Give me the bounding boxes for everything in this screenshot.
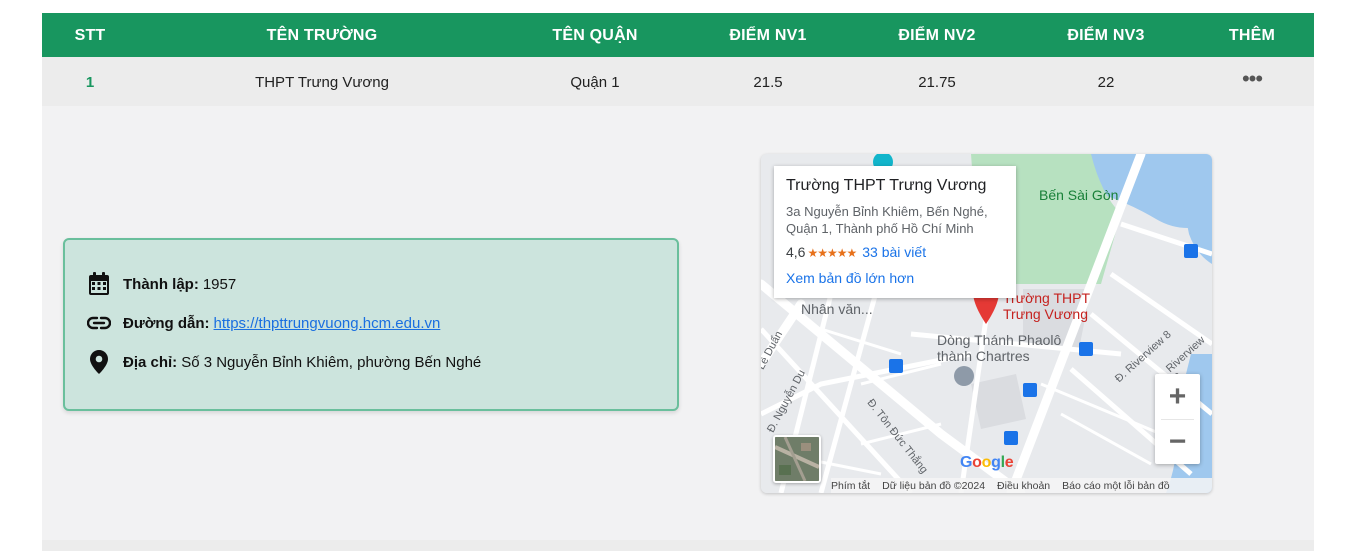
website-link[interactable]: https://thpttrungvuong.hcm.edu.vn — [214, 315, 441, 332]
view-larger-map-link[interactable]: Xem bản đồ lớn hơn — [786, 270, 914, 286]
rating-stars-icon: ★★★★★ — [807, 246, 857, 260]
map-label-pin-line1: Trường THPT — [1003, 290, 1091, 306]
row-nv2: 21.75 — [918, 74, 956, 91]
founded-label: Thành lập: — [123, 275, 199, 293]
row-district: Quận 1 — [570, 74, 620, 91]
rating-value: 4,6 — [786, 244, 806, 260]
terms-link[interactable]: Điều khoản — [997, 480, 1050, 492]
more-options-icon[interactable]: ••• — [1212, 57, 1292, 106]
google-map[interactable]: Bến Sài Gòn Nhân văn... Trường THPT Trưn… — [761, 154, 1212, 493]
header-school-name: TÊN TRƯỜNG — [266, 27, 378, 44]
popup-address-line2: Quận 1, Thành phố Hồ Chí Minh — [786, 221, 974, 236]
address-value: Số 3 Nguyễn Bỉnh Khiêm, phường Bến Nghé — [181, 353, 482, 371]
header-nv1: ĐIỂM NV1 — [729, 27, 807, 44]
header-district: TÊN QUẬN — [552, 27, 638, 44]
school-info-card: Thành lập: 1957 Đường dẫn: https://thptt… — [63, 238, 679, 411]
next-row-divider — [42, 540, 1314, 551]
zoom-out-button[interactable]: − — [1155, 419, 1200, 464]
place-info-popup: Trường THPT Trưng Vương 3a Nguyễn Bỉnh K… — [774, 166, 1016, 298]
founded-value: 1957 — [202, 275, 237, 293]
satellite-thumbnail-icon — [775, 437, 819, 481]
location-pin-icon — [87, 350, 111, 374]
google-logo: Google — [960, 454, 1014, 471]
link-icon — [87, 311, 111, 335]
row-nv3: 22 — [1097, 74, 1115, 91]
zoom-controls: + − — [1155, 374, 1200, 464]
map-label-pin: Trường THPT Trưng Vương — [1003, 290, 1090, 322]
map-data-text: Dữ liệu bản đồ ©2024 — [882, 479, 986, 492]
header-stt: STT — [74, 27, 106, 44]
popup-address: 3a Nguyễn Bỉnh Khiêm, Bến Nghé, Quận 1, … — [786, 203, 998, 237]
map-label-ben-sai-gon: Bến Sài Gòn — [1039, 187, 1119, 203]
row-school-name: THPT Trưng Vương — [255, 74, 389, 91]
calendar-icon — [87, 272, 111, 296]
keyboard-shortcuts-link[interactable]: Phím tắt — [831, 480, 870, 492]
satellite-toggle-button[interactable] — [773, 435, 821, 483]
map-label-church: Dòng Thánh Phaolô thành Chartres — [937, 332, 1061, 364]
map-attribution-bar: Phím tắt Dữ liệu bản đồ ©2024 Điều khoản… — [831, 478, 1212, 493]
header-nv2: ĐIỂM NV2 — [898, 27, 976, 44]
table-header: STT TÊN TRƯỜNG TÊN QUẬN ĐIỂM NV1 ĐIỂM NV… — [42, 13, 1314, 57]
map-label-nhan-van: Nhân văn... — [801, 301, 873, 317]
popup-title: Trường THPT Trưng Vương — [786, 177, 987, 194]
reviews-link[interactable]: 33 bài viết — [862, 244, 926, 260]
map-label-pin-line2: Trưng Vương — [1003, 306, 1088, 322]
popup-address-line1: 3a Nguyễn Bỉnh Khiêm, Bến Nghé, — [786, 204, 988, 219]
zoom-in-button[interactable]: + — [1155, 374, 1200, 419]
link-row: Đường dẫn: https://thpttrungvuong.hcm.ed… — [87, 308, 440, 338]
school-panel: STT TÊN TRƯỜNG TÊN QUẬN ĐIỂM NV1 ĐIỂM NV… — [42, 13, 1314, 551]
founded-row: Thành lập: 1957 — [87, 269, 236, 299]
header-nv3: ĐIỂM NV3 — [1067, 27, 1145, 44]
table-row[interactable]: 1 THPT Trưng Vương Quận 1 21.5 21.75 22 … — [42, 57, 1314, 106]
popup-rating: 4,6 ★★★★★ 33 bài viết — [786, 244, 926, 260]
header-more: THÊM — [1228, 27, 1276, 44]
address-row: Địa chỉ: Số 3 Nguyễn Bỉnh Khiêm, phường … — [87, 347, 481, 377]
map-label-church-line2: thành Chartres — [937, 348, 1030, 364]
address-label: Địa chỉ: — [123, 353, 178, 371]
link-label: Đường dẫn: — [123, 314, 210, 332]
row-nv1: 21.5 — [753, 74, 783, 91]
report-error-link[interactable]: Báo cáo một lỗi bản đồ — [1062, 480, 1169, 492]
map-label-church-line1: Dòng Thánh Phaolô — [937, 332, 1062, 348]
row-stt: 1 — [85, 74, 95, 91]
